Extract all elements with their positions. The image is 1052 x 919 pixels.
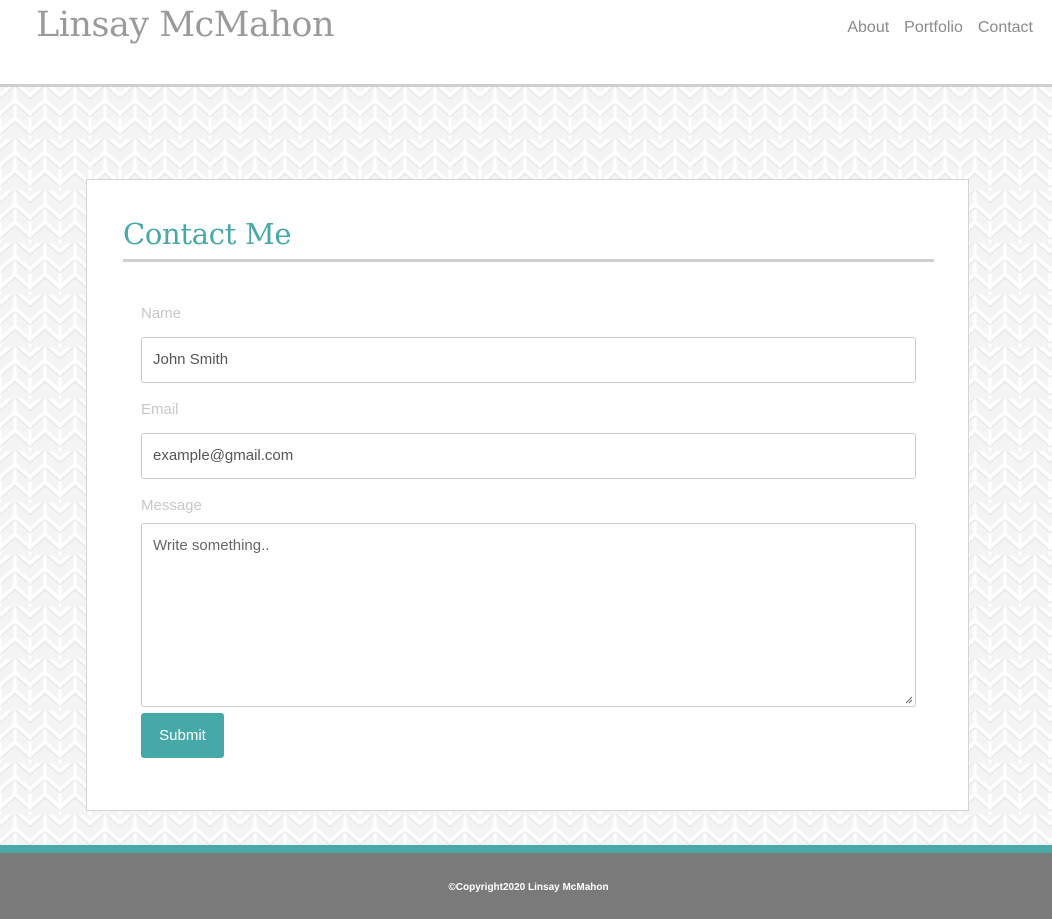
footer-accent-bar: [0, 845, 1052, 853]
submit-button[interactable]: Submit: [141, 713, 224, 758]
site-footer: ©Copyright2020 Linsay McMahon: [0, 853, 1052, 919]
footer-copyright: ©Copyright2020 Linsay McMahon: [448, 882, 609, 893]
contact-heading: Contact Me: [123, 217, 292, 251]
message-textarea[interactable]: Write something..: [141, 523, 916, 707]
nav-link-portfolio[interactable]: Portfolio: [904, 18, 963, 38]
email-input[interactable]: example@gmail.com: [141, 433, 916, 479]
heading-divider: [123, 259, 934, 262]
name-label: Name: [141, 305, 182, 322]
name-input[interactable]: John Smith: [141, 337, 916, 383]
main-nav: About Portfolio Contact: [832, 18, 1033, 38]
message-label: Message: [141, 497, 202, 514]
nav-link-contact[interactable]: Contact: [978, 18, 1033, 38]
resize-handle-icon[interactable]: [903, 694, 913, 704]
email-label: Email: [141, 401, 179, 418]
message-placeholder: Write something..: [153, 537, 270, 554]
nav-link-about[interactable]: About: [847, 18, 889, 38]
site-header: Linsay McMahon About Portfolio Contact: [0, 0, 1052, 84]
site-title[interactable]: Linsay McMahon: [36, 3, 335, 47]
contact-card: Contact Me Name John Smith Email example…: [86, 179, 969, 811]
